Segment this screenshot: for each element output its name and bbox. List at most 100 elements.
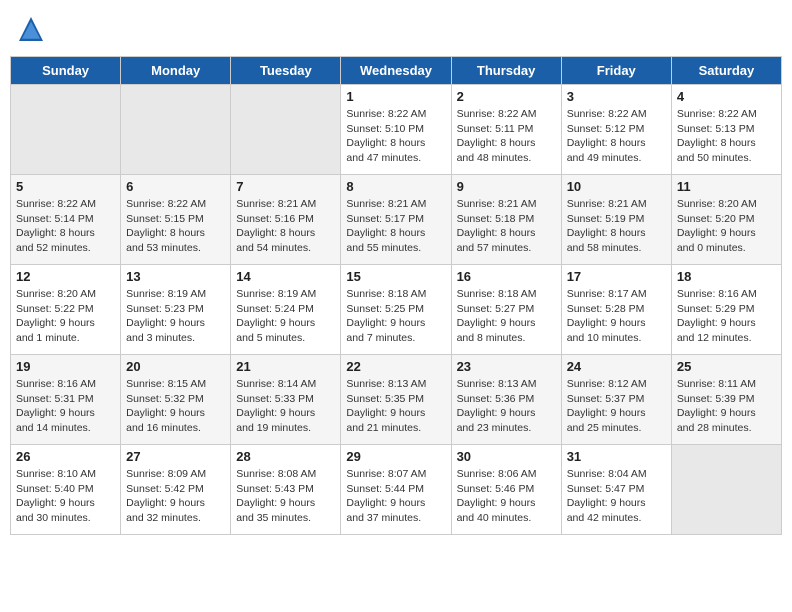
day-number: 27 — [126, 449, 225, 464]
calendar-cell: 10Sunrise: 8:21 AM Sunset: 5:19 PM Dayli… — [561, 175, 671, 265]
logo-icon — [16, 14, 46, 44]
day-info: Sunrise: 8:18 AM Sunset: 5:25 PM Dayligh… — [346, 287, 445, 346]
day-number: 28 — [236, 449, 335, 464]
day-number: 22 — [346, 359, 445, 374]
day-number: 24 — [567, 359, 666, 374]
calendar-cell: 20 Sunrise: 8:15 AM Sunset: 5:32 PM Dayli… — [121, 355, 231, 445]
header-cell-thursday: Thursday — [451, 57, 561, 85]
day-info: Sunrise: 8:07 AM Sunset: 5:44 PM Dayligh… — [346, 467, 445, 526]
day-info: Sunrise: 8:04 AM Sunset: 5:47 PM Dayligh… — [567, 467, 666, 526]
day-info: Sunrise: 8:22 AM Sunset: 5:11 PM Dayligh… — [457, 107, 556, 166]
calendar-cell — [121, 85, 231, 175]
calendar-cell: 6 Sunrise: 8:22 AM Sunset: 5:15 PM Daylig… — [121, 175, 231, 265]
day-info: Sunrise: 8:20 AM Sunset: 5:22 PM Dayligh… — [16, 287, 115, 346]
calendar-cell: 11 Sunrise: 8:20 AM Sunset: 5:20 PM Dayli… — [671, 175, 781, 265]
day-number: 16 — [457, 269, 556, 284]
calendar-cell — [671, 445, 781, 535]
day-number: 3 — [567, 89, 666, 104]
calendar-cell: 5 Sunrise: 8:22 AM Sunset: 5:14 PM Daylig… — [11, 175, 121, 265]
header-cell-monday: Monday — [121, 57, 231, 85]
day-info: Sunrise: 8:21 AM Sunset: 5:16 PM Dayligh… — [236, 197, 335, 256]
day-number: 5 — [16, 179, 115, 194]
day-number: 7 — [236, 179, 335, 194]
day-number: 2 — [457, 89, 556, 104]
calendar-cell: 27 Sunrise: 8:09 AM Sunset: 5:42 PM Dayli… — [121, 445, 231, 535]
day-number: 26 — [16, 449, 115, 464]
calendar-cell: 4Sunrise: 8:22 AM Sunset: 5:13 PM Daylig… — [671, 85, 781, 175]
day-number: 13 — [126, 269, 225, 284]
day-info: Sunrise: 8:21 AM Sunset: 5:18 PM Dayligh… — [457, 197, 556, 256]
day-number: 17 — [567, 269, 666, 284]
calendar-header: SundayMondayTuesdayWednesdayThursdayFrid… — [11, 57, 782, 85]
day-info: Sunrise: 8:22 AM Sunset: 5:13 PM Dayligh… — [677, 107, 776, 166]
calendar-cell: 1 Sunrise: 8:22 AM Sunset: 5:10 PM Daylig… — [341, 85, 451, 175]
day-number: 19 — [16, 359, 115, 374]
calendar-cell: 3 Sunrise: 8:22 AM Sunset: 5:12 PM Daylig… — [561, 85, 671, 175]
calendar-cell: 18Sunrise: 8:16 AM Sunset: 5:29 PM Dayli… — [671, 265, 781, 355]
calendar-cell: 17 Sunrise: 8:17 AM Sunset: 5:28 PM Dayli… — [561, 265, 671, 355]
day-number: 10 — [567, 179, 666, 194]
calendar-cell: 16 Sunrise: 8:18 AM Sunset: 5:27 PM Dayli… — [451, 265, 561, 355]
day-number: 29 — [346, 449, 445, 464]
calendar-cell: 2 Sunrise: 8:22 AM Sunset: 5:11 PM Daylig… — [451, 85, 561, 175]
header-cell-saturday: Saturday — [671, 57, 781, 85]
day-info: Sunrise: 8:18 AM Sunset: 5:27 PM Dayligh… — [457, 287, 556, 346]
day-info: Sunrise: 8:19 AM Sunset: 5:24 PM Dayligh… — [236, 287, 335, 346]
calendar-cell: 26 Sunrise: 8:10 AM Sunset: 5:40 PM Dayli… — [11, 445, 121, 535]
day-number: 25 — [677, 359, 776, 374]
calendar-week-1: 5 Sunrise: 8:22 AM Sunset: 5:14 PM Daylig… — [11, 175, 782, 265]
day-info: Sunrise: 8:06 AM Sunset: 5:46 PM Dayligh… — [457, 467, 556, 526]
day-number: 9 — [457, 179, 556, 194]
calendar-cell: 7 Sunrise: 8:21 AM Sunset: 5:16 PM Daylig… — [231, 175, 341, 265]
calendar-cell — [11, 85, 121, 175]
header-cell-friday: Friday — [561, 57, 671, 85]
day-info: Sunrise: 8:10 AM Sunset: 5:40 PM Dayligh… — [16, 467, 115, 526]
day-number: 20 — [126, 359, 225, 374]
calendar-week-2: 12 Sunrise: 8:20 AM Sunset: 5:22 PM Dayli… — [11, 265, 782, 355]
calendar-cell: 14 Sunrise: 8:19 AM Sunset: 5:24 PM Dayli… — [231, 265, 341, 355]
calendar-cell: 21 Sunrise: 8:14 AM Sunset: 5:33 PM Dayli… — [231, 355, 341, 445]
day-info: Sunrise: 8:09 AM Sunset: 5:42 PM Dayligh… — [126, 467, 225, 526]
calendar-cell: 12 Sunrise: 8:20 AM Sunset: 5:22 PM Dayli… — [11, 265, 121, 355]
day-info: Sunrise: 8:13 AM Sunset: 5:36 PM Dayligh… — [457, 377, 556, 436]
calendar-cell: 28Sunrise: 8:08 AM Sunset: 5:43 PM Dayli… — [231, 445, 341, 535]
header-cell-tuesday: Tuesday — [231, 57, 341, 85]
day-number: 30 — [457, 449, 556, 464]
day-number: 11 — [677, 179, 776, 194]
header-cell-wednesday: Wednesday — [341, 57, 451, 85]
calendar-week-0: 1 Sunrise: 8:22 AM Sunset: 5:10 PM Daylig… — [11, 85, 782, 175]
day-number: 12 — [16, 269, 115, 284]
day-info: Sunrise: 8:22 AM Sunset: 5:12 PM Dayligh… — [567, 107, 666, 166]
day-info: Sunrise: 8:11 AM Sunset: 5:39 PM Dayligh… — [677, 377, 776, 436]
calendar-table: SundayMondayTuesdayWednesdayThursdayFrid… — [10, 56, 782, 535]
day-number: 14 — [236, 269, 335, 284]
day-info: Sunrise: 8:13 AM Sunset: 5:35 PM Dayligh… — [346, 377, 445, 436]
header-row: SundayMondayTuesdayWednesdayThursdayFrid… — [11, 57, 782, 85]
calendar-cell: 24 Sunrise: 8:12 AM Sunset: 5:37 PM Dayli… — [561, 355, 671, 445]
day-info: Sunrise: 8:16 AM Sunset: 5:31 PM Dayligh… — [16, 377, 115, 436]
day-info: Sunrise: 8:17 AM Sunset: 5:28 PM Dayligh… — [567, 287, 666, 346]
day-info: Sunrise: 8:12 AM Sunset: 5:37 PM Dayligh… — [567, 377, 666, 436]
calendar-week-3: 19 Sunrise: 8:16 AM Sunset: 5:31 PM Dayli… — [11, 355, 782, 445]
day-number: 6 — [126, 179, 225, 194]
day-info: Sunrise: 8:20 AM Sunset: 5:20 PM Dayligh… — [677, 197, 776, 256]
calendar-cell: 9 Sunrise: 8:21 AM Sunset: 5:18 PM Daylig… — [451, 175, 561, 265]
day-number: 1 — [346, 89, 445, 104]
day-number: 18 — [677, 269, 776, 284]
day-info: Sunrise: 8:21 AM Sunset: 5:17 PM Dayligh… — [346, 197, 445, 256]
day-info: Sunrise: 8:22 AM Sunset: 5:14 PM Dayligh… — [16, 197, 115, 256]
day-number: 31 — [567, 449, 666, 464]
day-number: 21 — [236, 359, 335, 374]
day-number: 15 — [346, 269, 445, 284]
day-info: Sunrise: 8:22 AM Sunset: 5:15 PM Dayligh… — [126, 197, 225, 256]
day-info: Sunrise: 8:22 AM Sunset: 5:10 PM Dayligh… — [346, 107, 445, 166]
calendar-cell: 29 Sunrise: 8:07 AM Sunset: 5:44 PM Dayli… — [341, 445, 451, 535]
calendar-body: 1 Sunrise: 8:22 AM Sunset: 5:10 PM Daylig… — [11, 85, 782, 535]
day-number: 23 — [457, 359, 556, 374]
calendar-cell — [231, 85, 341, 175]
calendar-cell: 19 Sunrise: 8:16 AM Sunset: 5:31 PM Dayli… — [11, 355, 121, 445]
page-header — [10, 10, 782, 48]
logo — [16, 14, 50, 44]
day-info: Sunrise: 8:14 AM Sunset: 5:33 PM Dayligh… — [236, 377, 335, 436]
day-info: Sunrise: 8:15 AM Sunset: 5:32 PM Dayligh… — [126, 377, 225, 436]
